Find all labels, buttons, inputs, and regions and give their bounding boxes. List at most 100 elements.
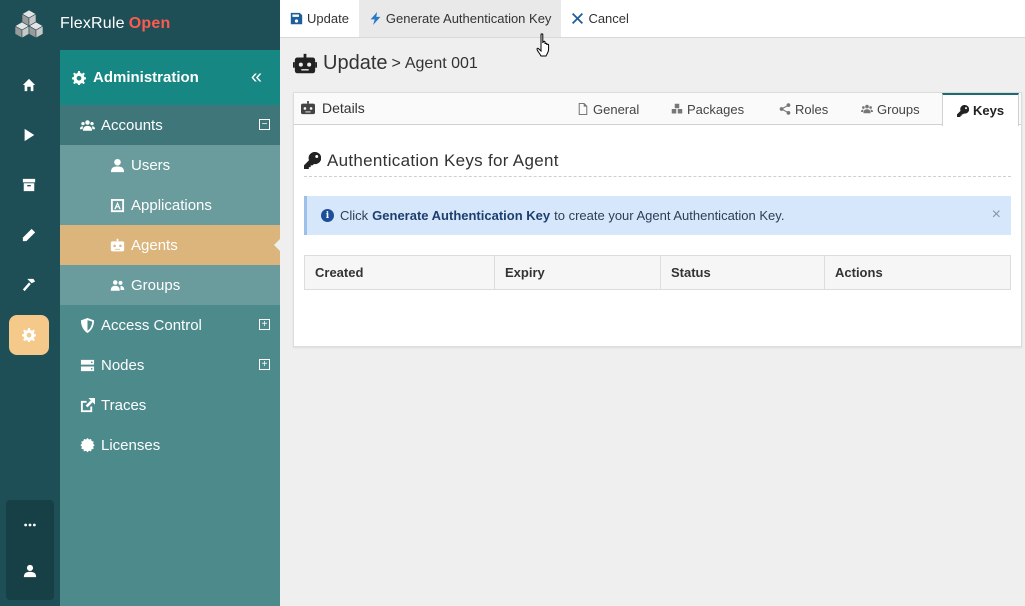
toolbar: Update Generate Authentication Key Cance… xyxy=(280,0,1025,38)
nav-item-label: Groups xyxy=(131,276,181,294)
hand-cursor-icon xyxy=(536,33,550,57)
app-icon xyxy=(110,198,125,212)
cancel-button[interactable]: Cancel xyxy=(561,0,638,37)
icon-rail xyxy=(0,0,60,606)
column-header-status[interactable]: Status xyxy=(660,255,825,290)
nav-item-label: Access Control xyxy=(101,316,202,334)
archive-icon[interactable] xyxy=(9,165,49,205)
nav-header: Administration « xyxy=(60,50,280,105)
alert-suffix: to create your Agent Authentication Key. xyxy=(554,208,785,223)
nav-header-label: Administration xyxy=(93,69,199,86)
details-panel: Details General Packages Roles Groups Ke… xyxy=(293,92,1022,347)
nav-item-label: Users xyxy=(131,156,171,174)
file-icon xyxy=(578,103,588,115)
nav-item-licenses[interactable]: Licenses xyxy=(60,425,280,465)
alert-prefix: Click xyxy=(340,208,369,223)
expand-toggle-icon[interactable]: + xyxy=(259,319,270,330)
tab-keys[interactable]: Keys xyxy=(942,93,1020,126)
close-icon xyxy=(572,12,584,25)
column-header-expiry[interactable]: Expiry xyxy=(494,255,661,290)
save-icon xyxy=(290,12,303,25)
update-button-label: Update xyxy=(307,11,349,26)
collapse-toggle-icon[interactable]: − xyxy=(259,119,270,130)
brand-title: FlexRule Open xyxy=(60,15,170,33)
section-title: Authentication Keys for Agent xyxy=(304,145,1011,177)
brand-edition: Open xyxy=(128,15,171,32)
nav-item-label: Agents xyxy=(131,236,178,254)
app-header: FlexRule Open xyxy=(0,0,280,50)
user-icon xyxy=(110,158,125,172)
certificate-icon xyxy=(80,437,95,452)
collapse-icon[interactable]: « xyxy=(251,67,262,87)
nav-item-label: Applications xyxy=(131,196,212,214)
page-title-main: Update xyxy=(323,52,388,74)
nav-item-label: Licenses xyxy=(101,436,161,454)
expand-toggle-icon[interactable]: + xyxy=(259,359,270,370)
play-icon[interactable] xyxy=(9,115,49,155)
nav-item-access-control[interactable]: Access Control + xyxy=(60,305,280,345)
robot-icon xyxy=(293,53,317,73)
nav-item-label: Accounts xyxy=(101,116,163,134)
page-title-sub: Agent 001 xyxy=(404,54,478,72)
rail-bottom-group xyxy=(6,500,54,600)
more-icon[interactable] xyxy=(10,505,50,545)
bolt-icon xyxy=(370,12,381,25)
generate-authentication-key-button[interactable]: Generate Authentication Key xyxy=(358,0,562,37)
nav-item-accounts[interactable]: Accounts − xyxy=(60,105,280,145)
flexrule-logo-icon xyxy=(14,9,44,39)
gear-icon[interactable] xyxy=(9,315,49,355)
tab-label: Groups xyxy=(877,101,920,117)
close-icon[interactable]: × xyxy=(992,207,1001,223)
nav-item-agents[interactable]: Agents xyxy=(60,225,280,265)
update-button[interactable]: Update xyxy=(280,0,359,37)
users-icon xyxy=(80,119,95,131)
gear-icon xyxy=(72,70,86,85)
key-icon xyxy=(304,152,321,169)
server-icon xyxy=(80,359,95,371)
info-alert: i Click Generate Authentication Key to c… xyxy=(304,196,1011,235)
column-header-created[interactable]: Created xyxy=(304,255,495,290)
cubes-icon xyxy=(671,103,683,114)
tab-label: Keys xyxy=(973,103,1005,118)
nav-item-traces[interactable]: Traces xyxy=(60,385,280,425)
brand-name: FlexRule xyxy=(60,15,125,32)
info-icon: i xyxy=(321,209,334,222)
user-icon[interactable] xyxy=(10,551,50,591)
home-icon[interactable] xyxy=(9,65,49,105)
robot-icon xyxy=(110,238,125,251)
nav-item-applications[interactable]: Applications xyxy=(60,185,280,225)
details-label: Details xyxy=(322,100,365,116)
nav-item-nodes[interactable]: Nodes + xyxy=(60,345,280,385)
table-header-row: Created Expiry Status Actions xyxy=(304,255,1011,290)
hammer-icon[interactable] xyxy=(9,265,49,305)
external-link-icon xyxy=(80,397,95,412)
nav-item-groups[interactable]: Groups xyxy=(60,265,280,305)
section-title-label: Authentication Keys for Agent xyxy=(327,150,559,170)
admin-nav: Administration « Accounts − Users Applic… xyxy=(60,50,280,606)
nav-item-label: Traces xyxy=(101,396,147,414)
tab-groups[interactable]: Groups xyxy=(861,93,920,125)
tab-label: Packages xyxy=(687,101,745,117)
page-title: Update > Agent 001 xyxy=(293,52,478,75)
tab-label: Roles xyxy=(795,101,829,117)
generate-button-label: Generate Authentication Key xyxy=(385,11,552,26)
nav-item-users[interactable]: Users xyxy=(60,145,280,185)
key-icon xyxy=(957,104,969,117)
users-icon xyxy=(861,104,873,114)
tab-roles[interactable]: Roles xyxy=(779,93,828,125)
pencil-icon[interactable] xyxy=(9,215,49,255)
robot-icon xyxy=(301,101,315,115)
cancel-button-label: Cancel xyxy=(588,11,629,26)
alert-link: Generate Authentication Key xyxy=(372,208,551,223)
column-header-actions[interactable]: Actions xyxy=(824,255,1011,290)
share-icon xyxy=(779,103,791,115)
tab-general[interactable]: General xyxy=(577,93,639,125)
tab-bar: Details General Packages Roles Groups Ke… xyxy=(294,93,1021,126)
shield-icon xyxy=(80,317,95,333)
page-title-separator: > xyxy=(391,54,401,72)
tab-label: General xyxy=(593,101,640,117)
tab-packages[interactable]: Packages xyxy=(671,93,744,125)
users-icon xyxy=(110,279,125,291)
details-heading: Details xyxy=(300,100,365,116)
keys-table: Created Expiry Status Actions xyxy=(304,255,1011,290)
